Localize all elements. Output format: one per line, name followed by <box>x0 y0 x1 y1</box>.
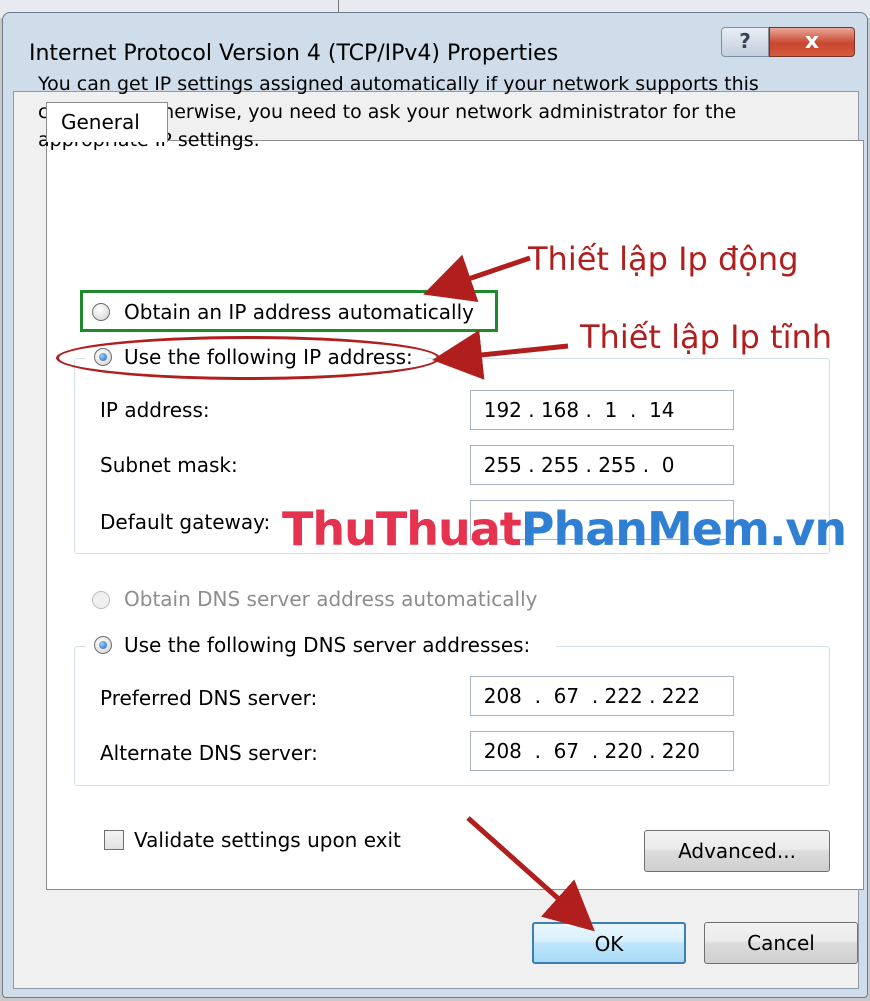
static-ip-arrow <box>432 330 569 380</box>
annotation-arrows <box>423 254 595 932</box>
watermark-part-2: PhanMem <box>520 502 770 556</box>
dynamic-ip-annotation: Thiết lập Ip động <box>528 240 799 278</box>
watermark-part-3: .vn <box>768 502 847 556</box>
tab-general[interactable]: General <box>46 102 168 142</box>
watermark-part-1: ThuThuat <box>282 502 522 556</box>
static-ip-annotation: Thiết lập Ip tĩnh <box>580 318 833 356</box>
ok-arrow <box>466 816 595 932</box>
watermark: ThuThuatPhanMem.vn <box>282 502 847 556</box>
dynamic-ip-arrow <box>423 254 531 302</box>
